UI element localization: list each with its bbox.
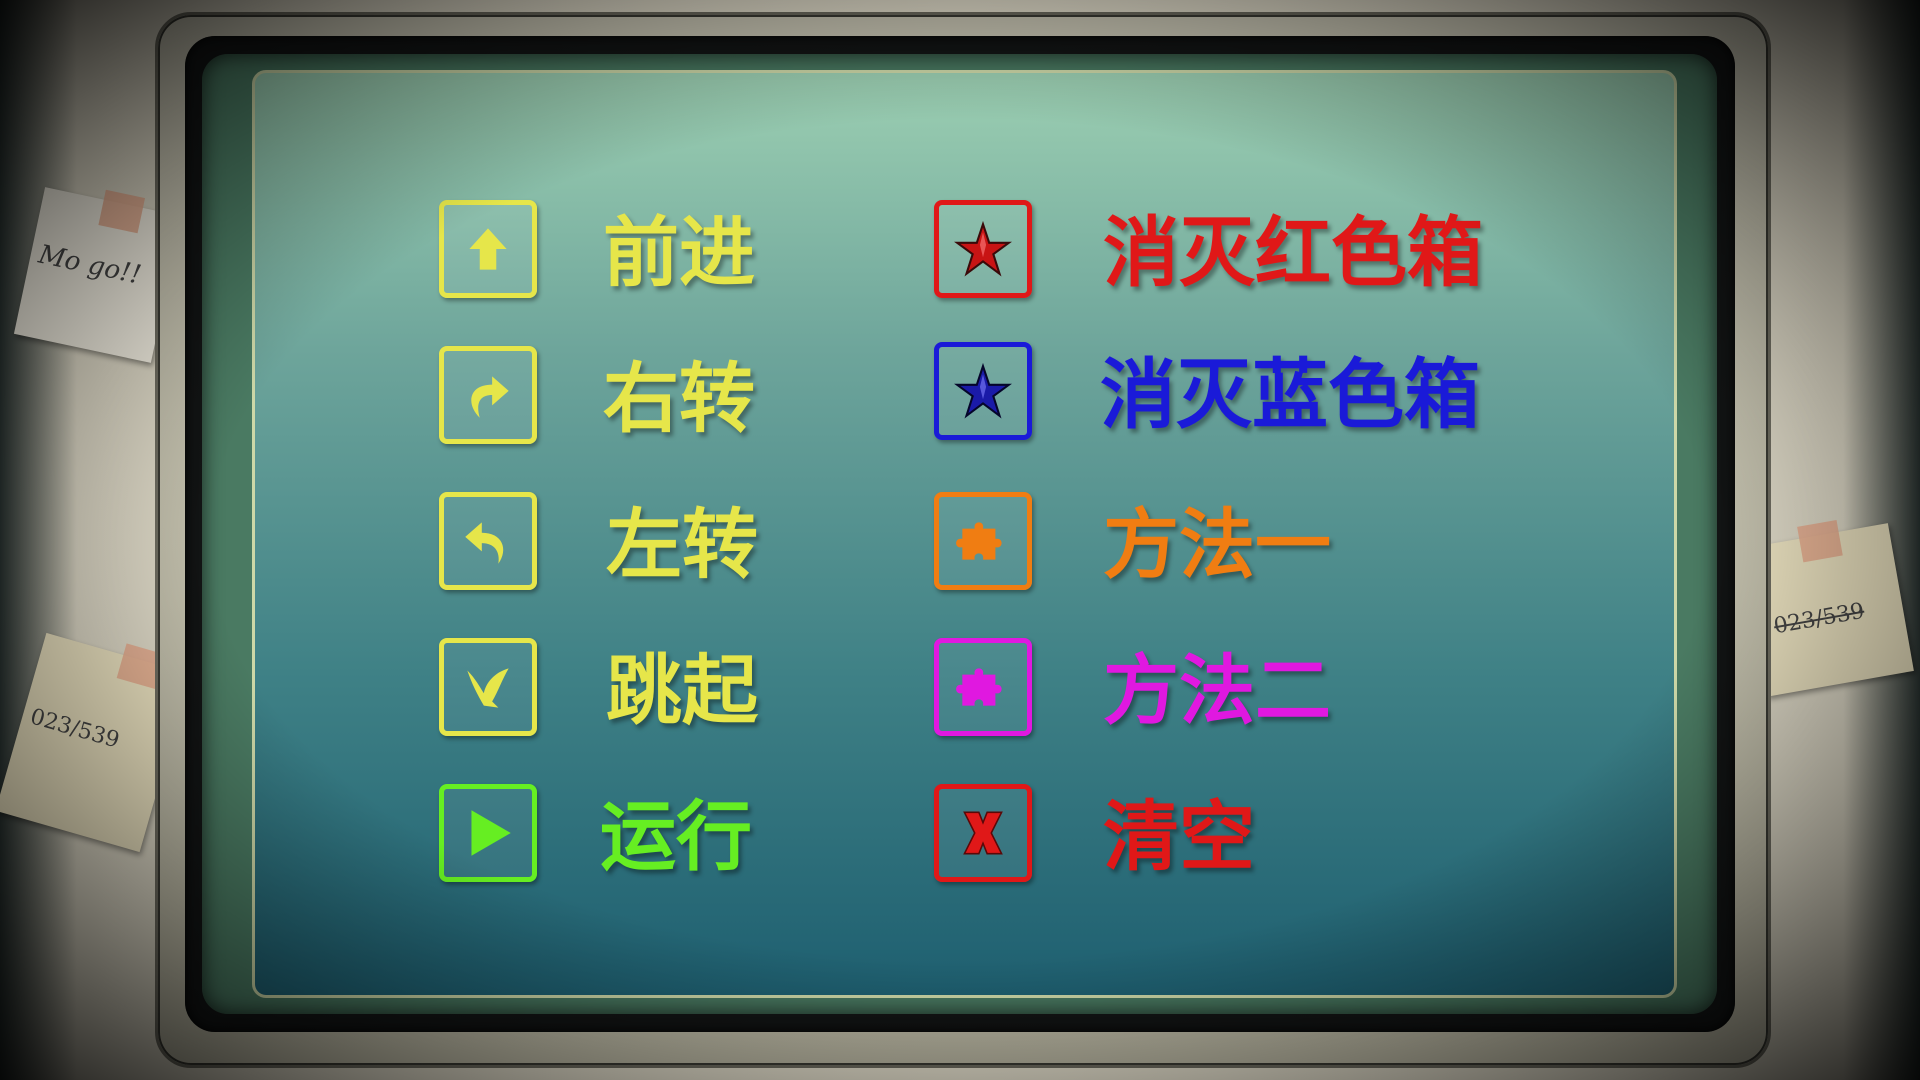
note-text: Mo go!!: [35, 239, 144, 291]
x-icon: [963, 811, 1003, 855]
tape: [98, 189, 146, 234]
magenta-puzzle-icon: [956, 668, 1002, 706]
turn-right-button[interactable]: [439, 346, 537, 444]
method-two-button[interactable]: [934, 638, 1032, 736]
destroy-red-label[interactable]: 消灭红色箱: [1103, 208, 1483, 298]
destroy-blue-button[interactable]: [934, 342, 1032, 440]
forward-label[interactable]: 前进: [603, 208, 755, 298]
red-star-icon: [954, 220, 1012, 277]
turn-left-icon: [465, 522, 504, 564]
bird-icon: [467, 668, 509, 708]
jump-button[interactable]: [439, 638, 537, 736]
jump-label[interactable]: 跳起: [606, 646, 758, 736]
orange-puzzle-icon: [956, 522, 1002, 560]
method-one-button[interactable]: [934, 492, 1032, 590]
turn-left-label[interactable]: 左转: [606, 500, 758, 590]
turn-right-icon: [471, 376, 509, 418]
up-arrow-icon: [469, 228, 507, 270]
tape: [1797, 519, 1843, 563]
play-icon: [471, 810, 511, 856]
run-button[interactable]: [439, 784, 537, 882]
run-label[interactable]: 运行: [600, 792, 752, 882]
blue-star-icon: [954, 362, 1012, 419]
forward-button[interactable]: [439, 200, 537, 298]
note-text: 023/539: [1771, 598, 1867, 640]
clear-label[interactable]: 清空: [1103, 792, 1255, 882]
turn-left-button[interactable]: [439, 492, 537, 590]
turn-right-label[interactable]: 右转: [603, 354, 755, 444]
clear-button[interactable]: [934, 784, 1032, 882]
destroy-red-button[interactable]: [934, 200, 1032, 298]
method-two-label[interactable]: 方法二: [1103, 646, 1331, 736]
method-one-label[interactable]: 方法一: [1103, 500, 1331, 590]
note-text: 023/539: [27, 704, 123, 754]
destroy-blue-label[interactable]: 消灭蓝色箱: [1100, 350, 1480, 440]
